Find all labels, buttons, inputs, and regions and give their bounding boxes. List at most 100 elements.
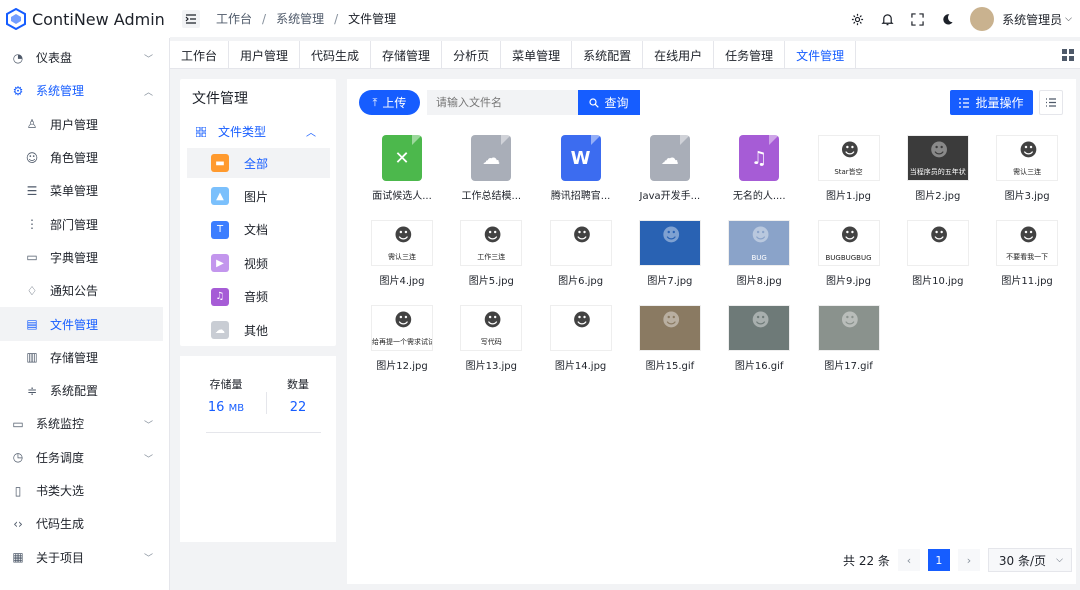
next-page-button[interactable]: › [957, 549, 980, 571]
meme-face-icon: ☻ [661, 310, 681, 331]
grid-icon[interactable] [1062, 49, 1074, 61]
file-type-item[interactable]: ▬ 全部 [187, 148, 330, 178]
sidebar-item[interactable]: ▭ 字典管理 [0, 241, 169, 274]
file-card[interactable]: ☻ 不要看我一下 图片11.jpg [984, 220, 1070, 300]
breadcrumb-item[interactable]: 系统管理 [276, 10, 324, 27]
chevron-down-icon: ﹀ [143, 554, 153, 565]
file-card[interactable]: ☻ 图片10.jpg [895, 220, 981, 300]
file-card[interactable]: ☻ 需认三连 图片4.jpg [359, 220, 445, 300]
tab[interactable]: 存储管理 [371, 41, 443, 69]
file-thumbnail: ✕ [371, 135, 433, 181]
tab[interactable]: 文件管理 [785, 41, 857, 69]
menu-toggle-button[interactable] [182, 9, 200, 28]
avatar[interactable] [970, 7, 995, 31]
file-card[interactable]: ☻ 工作三连 图片5.jpg [448, 220, 534, 300]
file-list-panel: ⤒ 上传 查询 批量操作 ✕ 面试候选人... ☁ 工作总结模... W 腾讯招聘官...… [347, 79, 1076, 584]
meme-face-icon: ☻ [1019, 140, 1038, 161]
sidebar-item[interactable]: ▦ 关于项目 ﹀ [0, 540, 169, 573]
page-size-select[interactable]: 30 条/页 ⌵ [987, 548, 1072, 572]
tab[interactable]: 代码生成 [300, 41, 372, 69]
file-card[interactable]: ☻ 图片17.gif [806, 305, 892, 385]
file-card[interactable]: ✕ 面试候选人... [359, 135, 445, 215]
breadcrumb: 工作台 / 系统管理 / 文件管理 [216, 10, 396, 27]
sidebar-item[interactable]: ▭ 系统监控 ﹀ [0, 407, 169, 440]
file-card[interactable]: ☻ 当程序员的五年状 图片2.jpg [895, 135, 981, 215]
bell-icon[interactable] [880, 12, 894, 26]
bell-icon: ♢ [26, 283, 38, 298]
search-input[interactable] [427, 90, 578, 115]
file-type-item[interactable]: ▶ 视频 [187, 248, 330, 278]
file-thumbnail: ☻ BUG [728, 220, 791, 266]
view-mode-button[interactable] [1039, 90, 1063, 115]
breadcrumb-item[interactable]: 工作台 [216, 10, 252, 27]
sidebar-item[interactable]: ‹› 代码生成 [0, 507, 169, 540]
sidebar-item[interactable]: ♢ 通知公告 [0, 274, 169, 307]
sidebar-item[interactable]: ☰ 菜单管理 [0, 174, 169, 207]
tab[interactable]: 工作台 [170, 41, 230, 69]
file-name: 无名的人.... [732, 191, 786, 202]
sidebar-item[interactable]: ☺ 角色管理 [0, 141, 169, 174]
file-thumbnail: ☻ [638, 305, 701, 351]
department-icon: ⋮ [26, 217, 38, 232]
sidebar-item-label: 书类大选 [36, 484, 85, 498]
file-card[interactable]: ☻ 给再提一个需求试试 图片12.jpg [359, 305, 445, 385]
file-card[interactable]: ☁ Java开发手... [627, 135, 713, 215]
sidebar-item[interactable]: ⚙ 系统管理 ︿ [0, 74, 169, 107]
file-card[interactable]: ☻ 图片15.gif [627, 305, 713, 385]
settings-icon[interactable] [850, 12, 864, 26]
file-type-item[interactable]: T 文档 [187, 215, 330, 245]
file-thumbnail: W [550, 135, 612, 181]
sidebar-item[interactable]: ◔ 仪表盘 ﹀ [0, 41, 169, 74]
file-type-header[interactable]: 文件类型 ︿ [196, 123, 326, 140]
app-logo[interactable]: ContiNew Admin [0, 0, 170, 38]
audio-file-icon: ♫ [739, 135, 780, 181]
file-card[interactable]: ☻ 写代码 图片13.jpg [448, 305, 534, 385]
tab[interactable]: 在线用户 [643, 41, 715, 69]
file-card[interactable]: ☁ 工作总结模... [448, 135, 534, 215]
user-name[interactable]: 系统管理员 [1002, 11, 1062, 28]
count-stat: 数量 22 [278, 376, 318, 415]
batch-operation-button[interactable]: 批量操作 [950, 90, 1033, 115]
file-card[interactable]: ☻ 图片6.jpg [538, 220, 624, 300]
file-card[interactable]: ☻ 需认三连 图片3.jpg [984, 135, 1070, 215]
chevron-down-icon[interactable]: ⌵ [1065, 14, 1072, 24]
sidebar-item[interactable]: ▯ 书类大选 [0, 474, 169, 507]
file-type-panel: 文件管理 文件类型 ︿ ▬ 全部 ▲ 图片 T 文档 ▶ 视频 ♫ 音频 ☁ 其他 [180, 79, 336, 346]
file-name: 图片1.jpg [825, 191, 871, 202]
file-card[interactable]: ☻ BUGBUGBUG 图片9.jpg [806, 220, 892, 300]
file-card[interactable]: ☻ BUG 图片8.jpg [716, 220, 802, 300]
file-card[interactable]: W 腾讯招聘官... [538, 135, 624, 215]
file-type-item[interactable]: ▲ 图片 [187, 181, 330, 211]
sidebar-item-label: 系统配置 [50, 384, 99, 399]
file-thumbnail: ☻ 需认三连 [371, 220, 433, 266]
sidebar-item[interactable]: ♙ 用户管理 [0, 108, 169, 141]
sidebar-item[interactable]: ≑ 系统配置 [0, 374, 169, 407]
thumbnail-caption: 写代码 [480, 338, 502, 346]
sidebar-item[interactable]: ⋮ 部门管理 [0, 207, 169, 240]
upload-button[interactable]: ⤒ 上传 [359, 90, 420, 115]
file-type-item[interactable]: ☁ 其他 [187, 315, 330, 345]
file-card[interactable]: ☻ Star皆空 图片1.jpg [806, 135, 892, 215]
image-thumbnail: ☻ [638, 220, 701, 266]
tab[interactable]: 任务管理 [714, 41, 786, 69]
tab[interactable]: 分析页 [442, 41, 502, 69]
sidebar-item[interactable]: ▤ 文件管理 [0, 307, 163, 341]
image-thumbnail: ☻ 写代码 [460, 305, 523, 351]
file-card[interactable]: ☻ 图片7.jpg [627, 220, 713, 300]
dark-mode-icon[interactable] [940, 12, 954, 26]
file-card[interactable]: ☻ 图片14.jpg [538, 305, 624, 385]
file-card[interactable]: ☻ 图片16.gif [716, 305, 802, 385]
thumbnail-caption: 不要看我一下 [1006, 253, 1049, 261]
tab[interactable]: 系统配置 [572, 41, 644, 69]
page-number-button[interactable]: 1 [927, 549, 950, 571]
sidebar-item[interactable]: ▥ 存储管理 [0, 341, 169, 374]
file-type-item[interactable]: ♫ 音频 [187, 282, 330, 312]
tab[interactable]: 菜单管理 [501, 41, 573, 69]
fullscreen-icon[interactable] [910, 12, 924, 26]
sidebar-item[interactable]: ◷ 任务调度 ﹀ [0, 441, 169, 474]
file-type-icon: ▬ [211, 154, 229, 172]
tab[interactable]: 用户管理 [229, 41, 301, 69]
prev-page-button[interactable]: ‹ [897, 549, 920, 571]
search-button[interactable]: 查询 [578, 90, 640, 115]
file-card[interactable]: ♫ 无名的人.... [716, 135, 802, 215]
